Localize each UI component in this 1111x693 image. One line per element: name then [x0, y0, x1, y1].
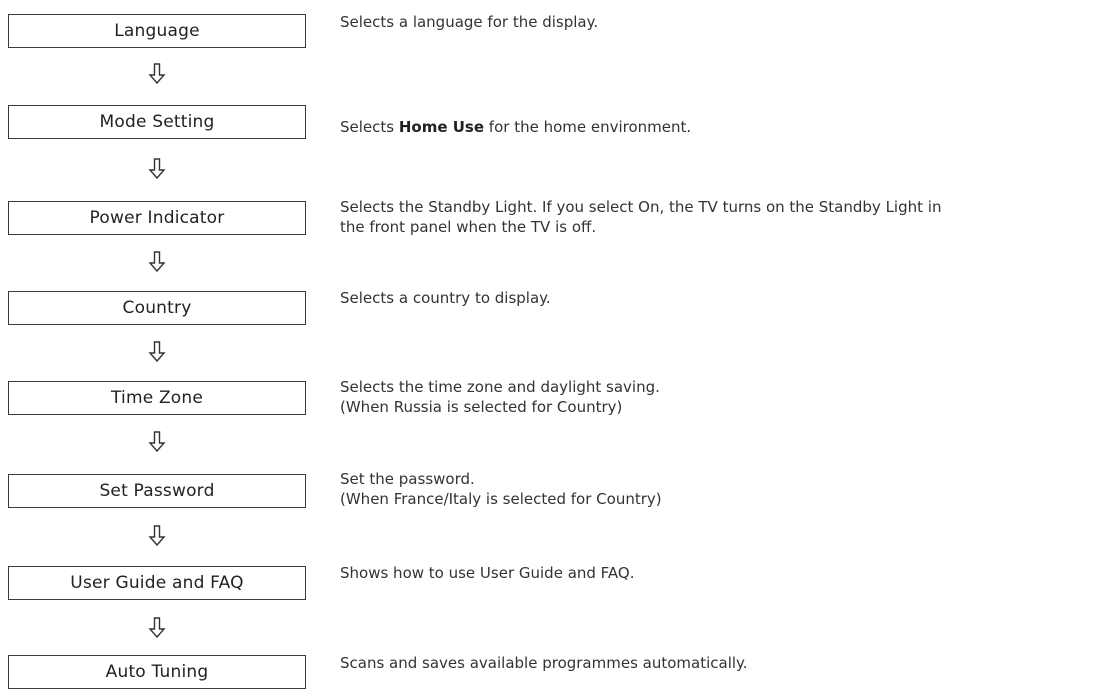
step-description-user-guide-and-faq: Shows how to use User Guide and FAQ. [340, 564, 635, 582]
down-arrow-icon [148, 617, 166, 639]
step-box-mode-setting: Mode Setting [8, 105, 306, 139]
step-box-country: Country [8, 291, 306, 325]
step-box-power-indicator: Power Indicator [8, 201, 306, 235]
step-description-time-zone: Selects the time zone and daylight savin… [340, 377, 1110, 417]
step-description-language: Selects a language for the display. [340, 13, 599, 31]
description-text: Selects [340, 118, 399, 136]
description-line: the front panel when the TV is off. [340, 218, 597, 236]
down-arrow-icon [148, 63, 166, 85]
home-use-emphasis: Home Use [398, 118, 485, 136]
description-line: (When Russia is selected for Country) [340, 398, 623, 416]
description-line: Set the password. [340, 470, 475, 488]
step-box-language: Language [8, 14, 306, 48]
step-box-auto-tuning: Auto Tuning [8, 655, 306, 689]
down-arrow-icon [148, 158, 166, 180]
step-description-country: Selects a country to display. [340, 289, 551, 307]
description-line: (When France/Italy is selected for Count… [340, 490, 662, 508]
description-text: for the home environment. [484, 118, 692, 136]
description-line: Selects the time zone and daylight savin… [340, 378, 660, 396]
step-description-set-password: Set the password. (When France/Italy is … [340, 469, 1110, 509]
step-description-auto-tuning: Scans and saves available programmes aut… [340, 654, 748, 672]
step-box-time-zone: Time Zone [8, 381, 306, 415]
step-box-set-password: Set Password [8, 474, 306, 508]
step-box-user-guide-and-faq: User Guide and FAQ [8, 566, 306, 600]
down-arrow-icon [148, 525, 166, 547]
description-line: Selects the Standby Light. If you select… [340, 198, 942, 216]
step-description-mode-setting: Selects Home Use for the home environmen… [340, 117, 1110, 137]
down-arrow-icon [148, 251, 166, 273]
step-description-power-indicator: Selects the Standby Light. If you select… [340, 197, 1110, 237]
down-arrow-icon [148, 341, 166, 363]
down-arrow-icon [148, 431, 166, 453]
